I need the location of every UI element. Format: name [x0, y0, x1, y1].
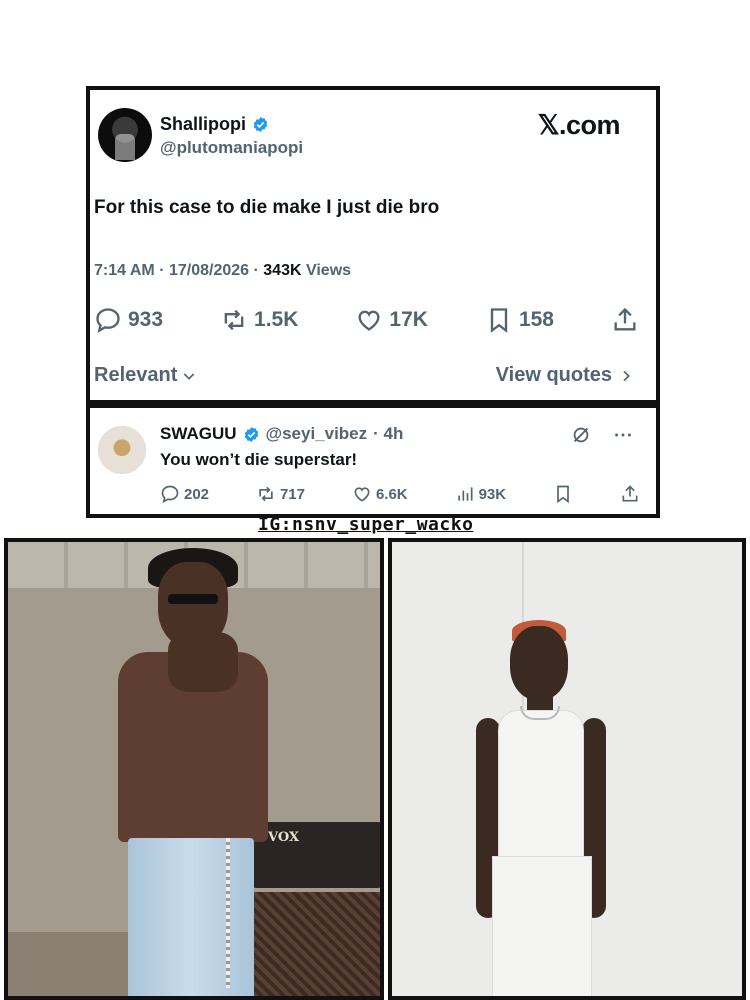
- white-pants: [492, 856, 592, 996]
- x-brand-logo: 𝕏.com: [537, 110, 621, 140]
- floor-area: [8, 932, 128, 996]
- photo-right: [388, 538, 746, 1000]
- person-head: [510, 626, 568, 700]
- share-icon: [614, 307, 636, 331]
- tweet-timestamp[interactable]: 7:14 AM · 17/08/2026 ·: [94, 262, 263, 279]
- tweet-views-label: Views: [301, 262, 352, 279]
- view-quotes-label: View quotes: [495, 364, 612, 386]
- pocket-chain: [226, 838, 230, 988]
- sort-replies-dropdown[interactable]: Relevant: [94, 364, 197, 387]
- bookmark-icon: [557, 485, 569, 504]
- share-icon: [622, 485, 638, 502]
- light-wash-jeans: [128, 838, 254, 996]
- views-icon: [457, 487, 473, 501]
- reply-button[interactable]: 933: [94, 306, 163, 334]
- photo-left: VOX: [4, 538, 384, 1000]
- amplifier-cabinet: [252, 892, 380, 996]
- reply-author-name[interactable]: SWAGUU: [160, 424, 237, 444]
- reply-share-button[interactable]: [620, 484, 640, 504]
- white-tank-top: [498, 710, 584, 860]
- amplifier-head: VOX: [252, 822, 380, 888]
- reply-reply-button[interactable]: 202: [160, 484, 209, 504]
- verified-badge-icon: [253, 117, 268, 132]
- bookmark-count: 158: [518, 308, 554, 331]
- reply-author-handle[interactable]: @seyi_vibez: [266, 424, 368, 444]
- tweet-text: For this case to die make I just die bro: [94, 197, 440, 218]
- reply-repost-count: 717: [279, 485, 305, 503]
- reply-top-icons: [570, 424, 634, 446]
- reply-views-count: 93K: [478, 485, 507, 503]
- bookmark-icon: [490, 308, 508, 333]
- main-tweet-card[interactable]: Shallipopi @plutomaniapopi 𝕏.com For thi…: [86, 86, 660, 404]
- reply-tweet-card[interactable]: SWAGUU @seyi_vibez · 4h You won’t die su…: [86, 404, 660, 518]
- sunglasses: [168, 594, 218, 604]
- reply-like-button[interactable]: 6.6K: [352, 484, 408, 504]
- author-handle[interactable]: @plutomaniapopi: [160, 138, 303, 158]
- sort-label: Relevant: [94, 364, 178, 386]
- share-button[interactable]: [611, 306, 639, 334]
- reply-timestamp[interactable]: · 4h: [373, 424, 403, 444]
- chevron-right-icon: [623, 370, 630, 381]
- reply-views-button[interactable]: 93K: [455, 484, 507, 504]
- bookmark-button[interactable]: 158: [485, 306, 554, 334]
- reply-text: You won’t die superstar!: [160, 450, 358, 469]
- reply-count: 933: [128, 308, 164, 331]
- reply-icon: [161, 485, 179, 504]
- chevron-down-icon: [184, 372, 195, 380]
- view-quotes-link[interactable]: View quotes: [496, 364, 634, 387]
- amp-brand-label: VOX: [268, 830, 300, 845]
- tweet-action-bar: 933 1.5K 17K 158: [94, 306, 639, 334]
- like-icon: [354, 487, 370, 502]
- instagram-watermark: IG:nsnv_super_wacko: [258, 514, 474, 535]
- reply-author-avatar[interactable]: [98, 426, 146, 474]
- more-icon[interactable]: [612, 424, 634, 446]
- like-count: 17K: [389, 308, 428, 331]
- author-display-name[interactable]: Shallipopi: [160, 114, 246, 135]
- person-hands: [168, 632, 238, 692]
- reply-action-bar: 202 717 6.6K 93K: [160, 484, 640, 504]
- like-icon: [358, 310, 380, 331]
- repost-button[interactable]: 1.5K: [220, 306, 298, 334]
- grok-icon[interactable]: [570, 424, 592, 446]
- repost-count: 1.5K: [254, 308, 299, 331]
- author-avatar[interactable]: [98, 108, 152, 162]
- reply-icon: [96, 308, 120, 333]
- reply-repost-button[interactable]: 717: [256, 484, 305, 504]
- tweet-views-count: 343K: [263, 262, 302, 279]
- reply-header: SWAGUU @seyi_vibez · 4h: [160, 424, 403, 444]
- repost-icon: [224, 309, 244, 331]
- repost-icon: [259, 486, 273, 502]
- reply-like-count: 6.6K: [375, 485, 408, 503]
- author-name-row: Shallipopi: [160, 114, 269, 135]
- verified-badge-icon: [244, 426, 258, 442]
- like-button[interactable]: 17K: [355, 306, 428, 334]
- tweet-meta: 7:14 AM · 17/08/2026 · 343K Views: [94, 262, 351, 280]
- reply-bookmark-button[interactable]: [553, 484, 573, 504]
- reply-reply-count: 202: [184, 485, 210, 503]
